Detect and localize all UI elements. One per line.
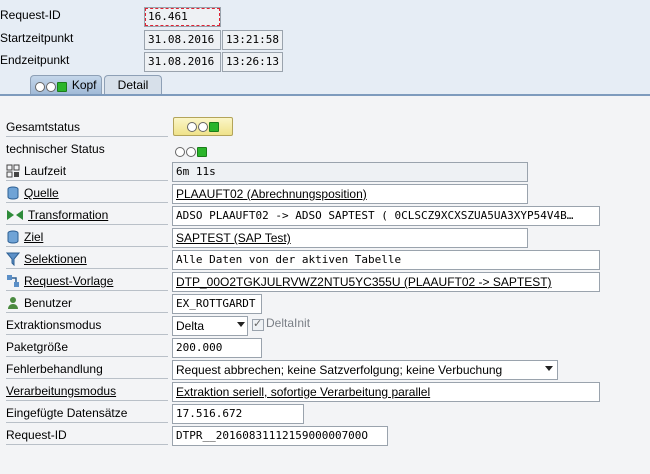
runtime-icon	[6, 164, 20, 178]
tab-bar: Kopf Detail	[0, 73, 650, 95]
request-vorlage-label[interactable]: Request-Vorlage	[6, 271, 168, 291]
tech-status-label: technischer Status	[6, 142, 105, 156]
status-lights-icon	[186, 120, 220, 134]
fehlerbehandlung-label: Fehlerbehandlung	[6, 359, 168, 379]
transformation-label[interactable]: Transformation	[6, 205, 168, 225]
end-date-field[interactable]: 31.08.2016	[144, 52, 221, 72]
laufzeit-field[interactable]: 6m 11s	[172, 162, 528, 182]
extraktionsmodus-label: Extraktionsmodus	[6, 315, 168, 335]
deltainit-checkbox[interactable]	[252, 317, 264, 331]
filter-icon	[6, 252, 20, 266]
deltainit-label: DeltaInit	[266, 316, 311, 330]
status-lights-icon	[35, 77, 68, 95]
ziel-field[interactable]: SAPTEST (SAP Test)	[172, 228, 528, 248]
gesamtstatus-button[interactable]	[173, 117, 233, 136]
tab-kopf[interactable]: Kopf	[30, 75, 102, 95]
gesamtstatus-label: Gesamtstatus	[6, 117, 168, 137]
eingefuegte-field[interactable]: 17.516.672	[172, 404, 304, 424]
request-id2-label: Request-ID	[6, 425, 168, 445]
transformation-field[interactable]: ADSO PLAAUFT02 -> ADSO SAPTEST ( 0CLSCZ9…	[172, 206, 600, 226]
chevron-down-icon	[545, 366, 553, 371]
tab-detail[interactable]: Detail	[104, 75, 162, 95]
laufzeit-label: Laufzeit	[6, 161, 168, 181]
quelle-field[interactable]: PLAAUFT02 (Abrechnungsposition)	[172, 184, 528, 204]
start-time-label: Startzeitpunkt	[0, 31, 74, 45]
benutzer-label: Benutzer	[6, 293, 168, 313]
request-vorlage-field[interactable]: DTP_00O2TGKJULRVWZ2NTU5YC355U (PLAAUFT02…	[172, 272, 600, 292]
dtp-icon	[7, 275, 19, 287]
start-time-field[interactable]: 13:21:58	[222, 30, 283, 50]
transformation-icon	[7, 210, 23, 220]
benutzer-field[interactable]: EX_ROTTGARDT	[172, 294, 262, 314]
verarbeitungsmodus-field[interactable]: Extraktion seriell, sofortige Verarbeitu…	[172, 382, 600, 402]
user-icon	[8, 297, 18, 309]
verarbeitungsmodus-label[interactable]: Verarbeitungsmodus	[6, 381, 168, 401]
paketgroesse-field[interactable]: 200.000	[172, 338, 262, 358]
database-icon	[7, 230, 19, 244]
end-time-label: Endzeitpunkt	[0, 53, 70, 67]
tab-detail-label: Detail	[117, 78, 149, 92]
selektionen-label[interactable]: Selektionen	[6, 249, 168, 269]
database-icon	[7, 186, 19, 200]
ziel-label[interactable]: Ziel	[6, 227, 168, 247]
request-id-label: Request-ID	[0, 8, 61, 22]
quelle-label[interactable]: Quelle	[6, 183, 168, 203]
tab-kopf-label: Kopf	[71, 78, 97, 92]
eingefuegte-label: Eingefügte Datensätze	[6, 403, 168, 423]
request-id-field[interactable]: 16.461	[144, 7, 221, 27]
request-id2-field[interactable]: DTPR__2016083111215900000700O	[172, 426, 388, 446]
paketgroesse-label: Paketgröße	[6, 337, 168, 357]
start-date-field[interactable]: 31.08.2016	[144, 30, 221, 50]
fehlerbehandlung-select[interactable]: Request abbrechen; keine Satzverfolgung;…	[172, 360, 558, 380]
tech-status-lights-icon	[175, 143, 208, 158]
selektionen-field[interactable]: Alle Daten von der aktiven Tabelle	[172, 250, 600, 270]
extraktionsmodus-select[interactable]: Delta	[172, 316, 248, 336]
end-time-field[interactable]: 13:26:13	[222, 52, 283, 72]
chevron-down-icon	[237, 322, 245, 327]
